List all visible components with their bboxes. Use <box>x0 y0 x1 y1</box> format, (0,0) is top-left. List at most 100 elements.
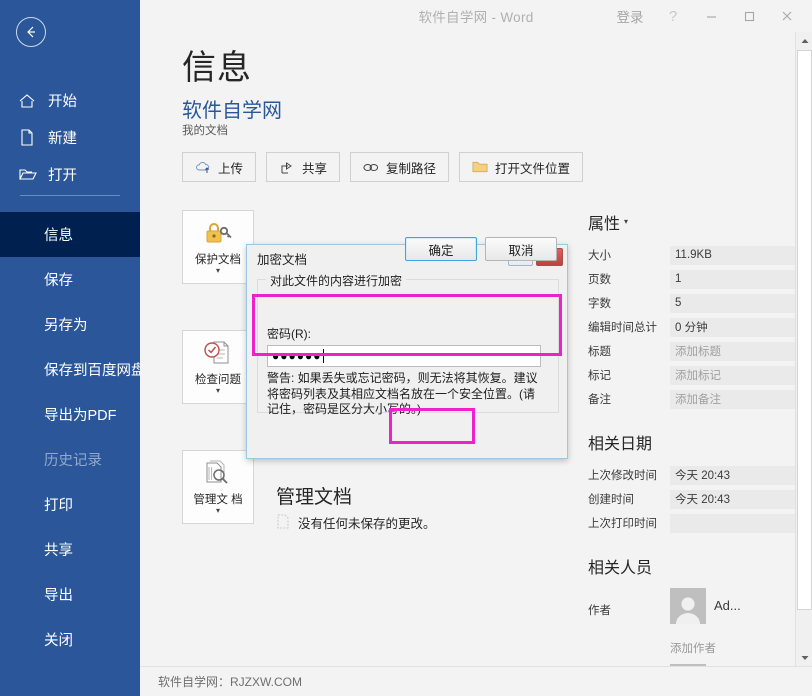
sidebar-item-save-to-baidu[interactable]: 保存到百度网盘 <box>0 347 146 392</box>
status-text: 没有任何未保存的更改。 <box>298 517 436 531</box>
lock-key-icon <box>203 220 233 250</box>
sidebar-item-label: 历史记录 <box>44 453 102 469</box>
sidebar-item-print[interactable]: 打印 <box>0 482 140 527</box>
ok-button[interactable]: 确定 <box>405 237 477 261</box>
sidebar-item-close[interactable]: 关闭 <box>0 617 140 662</box>
chevron-down-icon: ▾ <box>215 385 220 395</box>
close-button[interactable] <box>768 0 806 32</box>
chevron-down-icon: ▾ <box>215 505 220 515</box>
sidebar-item-export[interactable]: 导出 <box>0 572 140 617</box>
open-folder-icon <box>18 165 40 185</box>
maximize-icon <box>744 11 754 21</box>
tile-label: 检查问题 <box>195 373 241 386</box>
property-value[interactable]: 添加标记 <box>670 365 795 385</box>
property-row: 字数 5 <box>588 292 795 314</box>
properties-heading-label: 属性 <box>588 216 621 233</box>
sidebar-item-label: 共享 <box>44 543 73 559</box>
chevron-down-icon <box>801 655 808 660</box>
property-label: 标题 <box>588 346 611 358</box>
sidebar-item-history[interactable]: 历史记录 <box>0 437 140 482</box>
title-bar: 软件自学网 - Word 登录 ? <box>140 0 812 32</box>
action-label: 上传 <box>218 161 244 176</box>
cancel-button[interactable]: 取消 <box>485 237 557 261</box>
sidebar-item-info[interactable]: 信息 <box>0 212 140 257</box>
sidebar-item-home[interactable]: 开始 <box>0 82 140 119</box>
dialog-buttons: 确定 取消 <box>405 237 557 261</box>
encrypt-document-dialog: 加密文档 ? ✕ 对此文件的内容进行加密 密码(R): ●●●●●● 警告: 如… <box>246 237 568 459</box>
sidebar-item-label: 另存为 <box>44 318 88 334</box>
sign-in-button[interactable]: 登录 <box>606 0 654 32</box>
related-dates-heading: 相关日期 <box>588 436 653 453</box>
sidebar-item-label: 新建 <box>48 131 77 147</box>
maximize-button[interactable] <box>730 0 768 32</box>
share-button[interactable]: 共享 <box>266 152 341 182</box>
back-arrow-icon <box>27 26 35 38</box>
property-label: 编辑时间总计 <box>588 322 657 334</box>
link-icon <box>363 159 379 175</box>
page-title: 信息 <box>182 49 252 87</box>
vertical-scrollbar[interactable] <box>795 32 812 666</box>
manage-document-icon <box>203 460 233 490</box>
scroll-down-button[interactable] <box>796 649 812 666</box>
property-value[interactable]: 11.9KB <box>670 245 795 265</box>
sidebar-item-save-as[interactable]: 另存为 <box>0 302 140 347</box>
date-label: 上次打印时间 <box>588 518 657 530</box>
date-row: 上次修改时间 今天 20:43 <box>588 464 795 486</box>
property-row: 标题 添加标题 <box>588 340 795 362</box>
manage-document-status: 没有任何未保存的更改。 <box>276 513 436 532</box>
date-row: 上次打印时间 <box>588 512 795 534</box>
minimize-icon <box>706 15 716 18</box>
password-input[interactable]: ●●●●●● <box>267 345 541 367</box>
inspect-issues-tile[interactable]: 检查问题 ▾ <box>182 330 254 404</box>
property-value[interactable]: 添加标题 <box>670 341 795 361</box>
protect-document-tile[interactable]: 保护文档 ▾ <box>182 210 254 284</box>
property-value[interactable]: 1 <box>670 269 795 289</box>
tile-label: 管理文 档 <box>193 493 243 506</box>
property-row: 备注 添加备注 <box>588 388 795 410</box>
scrollbar-thumb[interactable] <box>797 50 812 610</box>
sidebar-divider <box>20 195 120 196</box>
manage-document-heading: 管理文档 <box>276 487 353 508</box>
sidebar-item-save[interactable]: 保存 <box>0 257 140 302</box>
property-value[interactable]: 添加备注 <box>670 389 795 409</box>
date-row: 创建时间 今天 20:43 <box>588 488 795 510</box>
properties-heading[interactable]: 属性 ▾ <box>588 210 628 234</box>
property-label: 标记 <box>588 370 611 382</box>
sidebar-item-label: 保存 <box>44 273 73 289</box>
dialog-title: 加密文档 <box>257 252 308 267</box>
property-row: 页数 1 <box>588 268 795 290</box>
property-value[interactable]: 5 <box>670 293 795 313</box>
copy-path-button[interactable]: 复制路径 <box>350 152 450 182</box>
date-label: 上次修改时间 <box>588 470 657 482</box>
sidebar-item-label: 保存到百度网盘 <box>44 363 146 379</box>
sidebar-item-new[interactable]: 新建 <box>0 119 140 156</box>
help-icon[interactable]: ? <box>654 0 692 32</box>
sidebar-item-label: 开始 <box>48 94 77 110</box>
sidebar-item-open[interactable]: 打开 <box>0 156 140 193</box>
property-value[interactable]: 0 分钟 <box>670 317 795 337</box>
property-label: 页数 <box>588 274 611 286</box>
document-name[interactable]: 软件自学网 <box>182 94 282 123</box>
backstage-sidebar: 开始 新建 打开 信息 保存 另存为 保存到百度网盘 导出为PDF 历史记录 打… <box>0 0 146 696</box>
chevron-up-icon <box>801 38 808 43</box>
action-label: 打开文件位置 <box>495 161 571 176</box>
password-warning: 警告: 如果丢失或忘记密码，则无法将其恢复。建议将密码列表及其相应文档名放在一个… <box>267 371 538 416</box>
chevron-down-icon: ▾ <box>215 265 220 275</box>
date-value: 今天 20:43 <box>670 489 795 509</box>
upload-button[interactable]: 上传 <box>182 152 257 182</box>
property-row: 编辑时间总计 0 分钟 <box>588 316 795 338</box>
back-button[interactable] <box>16 17 46 47</box>
add-author-link[interactable]: 添加作者 <box>670 640 716 656</box>
minimize-button[interactable] <box>692 0 730 32</box>
related-people-heading: 相关人员 <box>588 560 653 577</box>
open-file-location-button[interactable]: 打开文件位置 <box>459 152 584 182</box>
sidebar-item-export-pdf[interactable]: 导出为PDF <box>0 392 140 437</box>
scroll-up-button[interactable] <box>796 32 812 49</box>
property-row: 标记 添加标记 <box>588 364 795 386</box>
date-value: 今天 20:43 <box>670 465 795 485</box>
sidebar-item-share[interactable]: 共享 <box>0 527 140 572</box>
password-value: ●●●●●● <box>272 349 322 363</box>
action-label: 共享 <box>302 161 328 176</box>
manage-document-tile[interactable]: 管理文 档 ▾ <box>182 450 254 524</box>
action-label: 复制路径 <box>386 161 437 176</box>
